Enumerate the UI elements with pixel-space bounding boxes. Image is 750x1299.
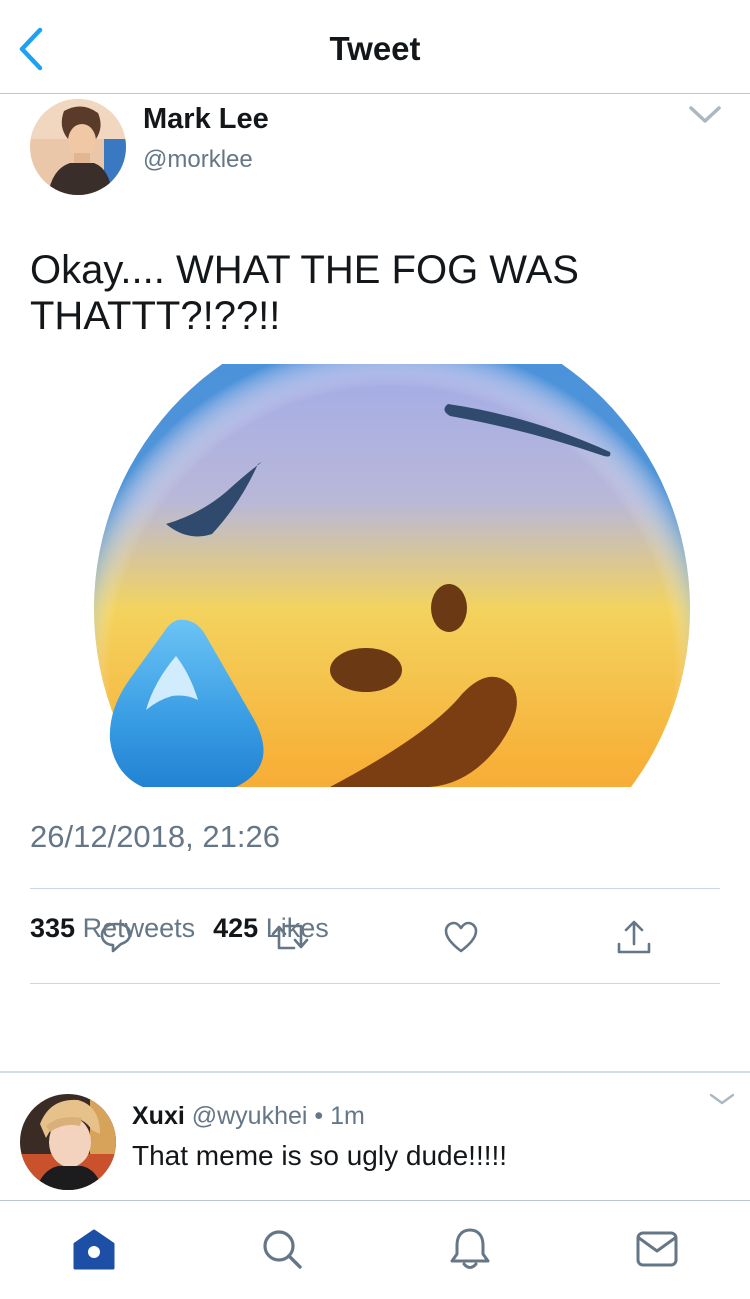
- messages-icon: [636, 1231, 678, 1267]
- author-name[interactable]: Mark Lee: [143, 103, 269, 136]
- chevron-down-icon: [689, 106, 721, 123]
- like-button[interactable]: [436, 912, 486, 962]
- avatar[interactable]: [30, 99, 126, 195]
- notifications-icon: [450, 1228, 490, 1269]
- cold-sweat-emoji: [94, 364, 690, 787]
- share-button[interactable]: [609, 912, 659, 962]
- home-icon: [73, 1229, 115, 1270]
- meta-separator: •: [314, 1102, 324, 1130]
- tweet-menu-button[interactable]: [688, 103, 722, 127]
- tweet-timestamp: 26/12/2018, 21:26: [30, 819, 280, 854]
- reply-text: That meme is so ugly dude!!!!!: [132, 1140, 508, 1171]
- tab-notifications[interactable]: [446, 1225, 494, 1273]
- share-icon: [617, 920, 651, 954]
- nav-bar: Tweet: [0, 0, 750, 94]
- tweet-actions: [0, 912, 750, 972]
- tweet-media[interactable]: [0, 364, 750, 787]
- tab-home[interactable]: [70, 1225, 118, 1273]
- like-icon: [444, 921, 478, 953]
- tab-messages[interactable]: [633, 1225, 681, 1273]
- tweet-text: Okay.... WHAT THE FOG WAS THATTT?!??!!: [30, 248, 579, 338]
- author-handle[interactable]: @morklee: [143, 146, 253, 174]
- reply-header: Xuxi @wyukhei • 1m: [132, 1102, 365, 1131]
- divider: [30, 983, 720, 984]
- reply-icon: [100, 922, 132, 953]
- retweet-icon: [271, 924, 309, 950]
- divider: [30, 888, 720, 889]
- tab-bar: [0, 1200, 750, 1299]
- retweet-button[interactable]: [265, 912, 315, 962]
- reply-author-name[interactable]: Xuxi: [132, 1102, 185, 1130]
- reply-item[interactable]: Xuxi @wyukhei • 1m That meme is so ugly …: [0, 1074, 750, 1200]
- reply-menu-button[interactable]: [708, 1090, 736, 1108]
- tab-search[interactable]: [258, 1225, 306, 1273]
- chevron-down-icon: [709, 1093, 735, 1105]
- page-title: Tweet: [329, 30, 421, 67]
- avatar[interactable]: [20, 1094, 116, 1190]
- search-icon: [263, 1230, 302, 1269]
- reply-time: 1m: [330, 1102, 365, 1130]
- reply-button[interactable]: [91, 912, 141, 962]
- reply-author-handle[interactable]: @wyukhei: [192, 1102, 308, 1130]
- section-divider: [0, 1071, 750, 1073]
